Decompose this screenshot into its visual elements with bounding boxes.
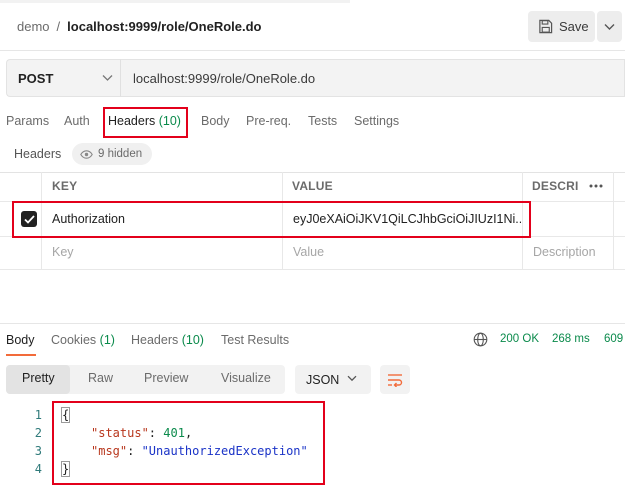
method-label: POST [18,70,54,86]
tab-auth[interactable]: Auth [64,114,90,130]
highlight-box-response-body [52,401,325,485]
response-tab-headers-label: Headers [131,333,179,347]
breadcrumb: demo / localhost:9999/role/OneRole.do [17,17,261,35]
new-key-input[interactable]: Key [52,245,74,259]
breadcrumb-workspace[interactable]: demo [17,19,50,34]
line-number: 4 [34,462,42,476]
save-label: Save [559,19,589,34]
view-mode-preview[interactable]: Preview [144,371,188,385]
active-tab-underline [6,354,36,356]
table-top-border [0,172,625,173]
header-divider [0,50,625,51]
column-header-value: VALUE [292,179,333,193]
table-bottom-border [0,269,625,270]
line-number: 3 [34,444,42,458]
new-value-input[interactable]: Value [293,245,324,259]
column-header-description: DESCRI [532,179,579,193]
headers-section-label: Headers [14,147,62,161]
response-tab-cookies-count: (1) [99,333,115,347]
tab-body[interactable]: Body [201,114,230,130]
url-value: localhost:9999/role/OneRole.do [133,70,316,86]
tab-tests[interactable]: Tests [308,114,337,130]
bulk-edit-menu-button[interactable] [585,178,607,194]
response-divider [0,323,625,324]
wrap-lines-icon [388,373,403,387]
chevron-down-icon [347,375,357,382]
table-column-divider [613,172,614,269]
save-button[interactable]: Save [528,11,595,42]
top-edge [0,0,625,3]
globe-icon[interactable] [473,332,488,347]
response-status[interactable]: 200 OK [500,333,539,345]
response-tab-headers-count: (10) [181,333,204,347]
view-mode-visualize[interactable]: Visualize [221,371,271,385]
line-number: 2 [34,426,42,440]
highlight-box-headers-tab [103,107,188,138]
response-tab-body[interactable]: Body [6,333,35,347]
tab-params[interactable]: Params [6,114,49,130]
hidden-headers-toggle[interactable]: 9 hidden [72,143,153,165]
new-description-input[interactable]: Description [533,245,596,259]
format-select[interactable]: JSON [295,365,371,394]
more-horizontal-icon [589,184,603,188]
breadcrumb-request-name[interactable]: localhost:9999/role/OneRole.do [67,19,261,34]
response-tab-test-results[interactable]: Test Results [221,333,289,347]
response-time[interactable]: 268 ms [552,333,590,345]
breadcrumb-separator: / [56,18,61,34]
view-mode-pretty[interactable]: Pretty [22,371,55,385]
column-header-key: KEY [52,179,78,193]
method-select[interactable]: POST [6,59,120,97]
tab-settings[interactable]: Settings [354,114,399,130]
line-number: 1 [34,408,42,422]
save-icon [539,19,553,34]
highlight-box-authorization-row [12,201,531,238]
tab-prereq[interactable]: Pre-req. [246,114,291,130]
chevron-down-icon [604,23,615,30]
eye-icon [80,149,93,159]
chevron-down-icon [102,75,113,81]
response-size[interactable]: 609 [604,333,625,345]
hidden-count: 9 hidden [98,148,143,160]
url-input[interactable]: localhost:9999/role/OneRole.do [120,59,625,97]
format-label: JSON [306,372,340,387]
response-tab-cookies-label: Cookies [51,333,97,347]
view-mode-raw[interactable]: Raw [88,371,113,385]
response-tab-cookies[interactable]: Cookies (1) [51,333,115,347]
save-options-button[interactable] [597,11,622,42]
response-tab-headers[interactable]: Headers (10) [131,333,204,347]
wrap-lines-button[interactable] [380,365,410,394]
